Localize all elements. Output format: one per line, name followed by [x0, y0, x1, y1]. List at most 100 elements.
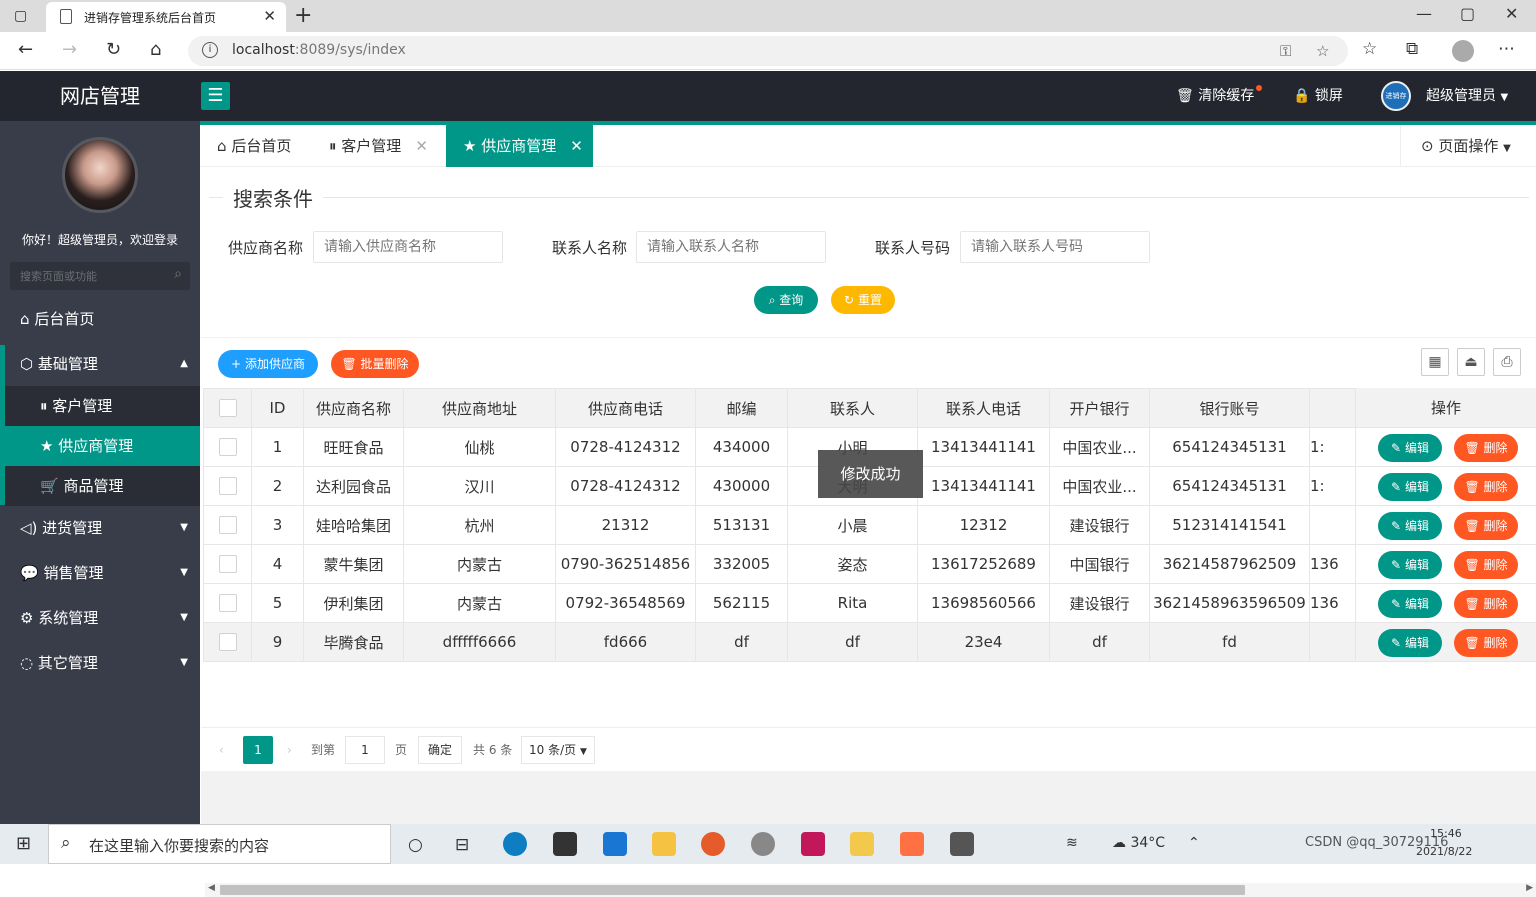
- user-menu[interactable]: 超级管理员 ▼: [1426, 85, 1508, 105]
- edit-button[interactable]: ✎ 编辑: [1378, 434, 1442, 462]
- column-header[interactable]: 供应商名称: [303, 388, 404, 428]
- tray-expand-icon[interactable]: ⌃: [1188, 835, 1200, 851]
- edit-button[interactable]: ✎ 编辑: [1378, 590, 1442, 618]
- tab-suppliers[interactable]: ★ 供应商管理 ✕: [446, 125, 593, 167]
- sidebar-item-customers[interactable]: ⏸ 客户管理: [5, 386, 200, 426]
- minimize-icon[interactable]: —: [1416, 4, 1432, 23]
- tab-home[interactable]: ⌂ 后台首页: [200, 125, 312, 167]
- close-tab-icon[interactable]: ✕: [263, 7, 276, 25]
- table-row[interactable]: 9 毕腾食品 dfffff6666 fd666 df df 23e4 df fd: [203, 622, 1358, 662]
- sidebar-item-home[interactable]: ⌂ 后台首页: [0, 297, 200, 341]
- column-header[interactable]: 邮编: [695, 388, 788, 428]
- sidebar-item-other[interactable]: ◌ 其它管理 ▼: [0, 641, 200, 685]
- column-header[interactable]: 供应商电话: [555, 388, 696, 428]
- delete-button[interactable]: 🗑 删除: [1454, 551, 1518, 579]
- reload-icon[interactable]: ↻: [106, 39, 121, 60]
- delete-button[interactable]: 🗑 删除: [1454, 473, 1518, 501]
- sidebar-search-input[interactable]: 搜索页面或功能 ⌕: [10, 262, 190, 290]
- url-field[interactable]: i localhost:8089/sys/index ⚿ ☆: [188, 36, 1348, 66]
- column-header[interactable]: [1309, 388, 1358, 428]
- collections-icon[interactable]: ⧉: [1406, 39, 1418, 59]
- browser-tab[interactable]: 进销存管理系统后台首页 ✕: [46, 2, 286, 32]
- lock-screen-button[interactable]: 🔒 锁屏: [1293, 85, 1343, 105]
- intellij-icon[interactable]: [801, 832, 825, 856]
- export-icon[interactable]: ⏏: [1457, 348, 1485, 376]
- scroll-right-icon[interactable]: ▶: [1526, 883, 1533, 893]
- mail-icon[interactable]: [603, 832, 627, 856]
- table-row[interactable]: 1 旺旺食品 仙桃 0728-4124312 434000 小明 13413441141 中国…: [203, 427, 1358, 467]
- sidebar-item-suppliers[interactable]: ★ 供应商管理: [5, 426, 200, 466]
- select-all-checkbox[interactable]: [203, 388, 252, 428]
- back-icon[interactable]: ←: [18, 39, 33, 60]
- edit-button[interactable]: ✎ 编辑: [1378, 551, 1442, 579]
- tab-customers[interactable]: ⏸ 客户管理 ✕: [312, 125, 446, 167]
- table-row[interactable]: 4 蒙牛集团 内蒙古 0790-362514856 332005 姿态 1361725268…: [203, 544, 1358, 584]
- add-supplier-button[interactable]: + 添加供应商: [218, 350, 318, 378]
- contact-name-input[interactable]: [636, 231, 826, 263]
- current-page[interactable]: 1: [243, 736, 273, 764]
- delete-button[interactable]: 🗑 删除: [1454, 434, 1518, 462]
- folder-icon[interactable]: [652, 832, 676, 856]
- row-checkbox[interactable]: [203, 505, 252, 545]
- cortana-icon[interactable]: ○: [408, 835, 423, 855]
- row-checkbox[interactable]: [203, 427, 252, 467]
- columns-filter-icon[interactable]: ▦: [1421, 348, 1449, 376]
- favorites-icon[interactable]: ☆: [1362, 39, 1377, 59]
- terminal-icon[interactable]: [950, 832, 974, 856]
- user-avatar[interactable]: 进销存: [1381, 81, 1411, 111]
- wifi-icon[interactable]: ≋: [1066, 835, 1078, 851]
- close-icon[interactable]: ✕: [415, 137, 428, 155]
- scroll-left-icon[interactable]: ◀: [208, 883, 215, 893]
- notes-icon[interactable]: [850, 832, 874, 856]
- clear-cache-button[interactable]: 🗑 清除缓存: [1176, 85, 1263, 105]
- column-header[interactable]: 供应商地址: [403, 388, 556, 428]
- query-button[interactable]: ⌕ 查询: [754, 286, 818, 314]
- edit-button[interactable]: ✎ 编辑: [1378, 473, 1442, 501]
- key-icon[interactable]: ⚿: [1280, 42, 1291, 60]
- table-row[interactable]: 2达利园食品汉川0728-4124312430000大明13413441141中…: [203, 466, 1358, 506]
- sidebar-item-system[interactable]: ⚙ 系统管理 ▼: [0, 596, 200, 640]
- menu-toggle-button[interactable]: ☰: [201, 82, 230, 110]
- prev-page-icon[interactable]: ‹: [219, 736, 224, 764]
- sidebar-item-sales[interactable]: 💬 销售管理 ▼: [0, 551, 200, 595]
- edge-icon[interactable]: [503, 832, 527, 856]
- more-icon[interactable]: ⋯: [1498, 39, 1515, 59]
- search-icon[interactable]: ⌕: [174, 266, 182, 282]
- edit-button[interactable]: ✎ 编辑: [1378, 512, 1442, 540]
- sidebar-item-purchase[interactable]: ◁) 进货管理 ▼: [0, 506, 200, 550]
- supplier-name-input[interactable]: [313, 231, 503, 263]
- delete-button[interactable]: 🗑 删除: [1454, 629, 1518, 657]
- tab-actions-icon[interactable]: ▢: [14, 8, 32, 24]
- store-icon[interactable]: [553, 832, 577, 856]
- row-checkbox[interactable]: [203, 466, 252, 506]
- print-icon[interactable]: ⎙: [1493, 348, 1521, 376]
- home-icon[interactable]: ⌂: [150, 39, 161, 60]
- edit-button[interactable]: ✎ 编辑: [1378, 629, 1442, 657]
- app-icon[interactable]: [751, 832, 775, 856]
- sidebar-item-goods[interactable]: 🛒 商品管理: [5, 466, 200, 506]
- settings-app-icon[interactable]: [900, 832, 924, 856]
- row-checkbox[interactable]: [203, 544, 252, 584]
- delete-button[interactable]: 🗑 删除: [1454, 590, 1518, 618]
- table-row[interactable]: 5 伊利集团 内蒙古 0792-36548569 562115 Rita 136985605…: [203, 583, 1358, 623]
- weather-temp[interactable]: ☁ 34°C: [1112, 835, 1165, 851]
- column-header[interactable]: ID: [251, 388, 304, 428]
- page-operations-menu[interactable]: ⊙ 页面操作 ▼: [1400, 125, 1536, 167]
- column-header[interactable]: 银行账号: [1149, 388, 1310, 428]
- goto-page-input[interactable]: 1: [345, 736, 385, 764]
- firefox-icon[interactable]: [701, 832, 725, 856]
- row-checkbox[interactable]: [203, 622, 252, 662]
- favorite-add-icon[interactable]: ☆: [1316, 42, 1329, 60]
- batch-delete-button[interactable]: 🗑 批量删除: [331, 350, 419, 378]
- clock-date[interactable]: 2021/8/22: [1416, 845, 1472, 858]
- windows-start-icon[interactable]: ⊞: [16, 833, 31, 854]
- site-info-icon[interactable]: i: [202, 42, 218, 58]
- reset-button[interactable]: ↻ 重置: [831, 286, 895, 314]
- page-size-select[interactable]: 10 条/页 ▼: [521, 736, 595, 764]
- column-header[interactable]: 联系人: [787, 388, 918, 428]
- maximize-icon[interactable]: ▢: [1460, 4, 1475, 23]
- column-header[interactable]: 开户银行: [1049, 388, 1150, 428]
- contact-phone-input[interactable]: [960, 231, 1150, 263]
- forward-icon[interactable]: →: [62, 39, 77, 60]
- table-row[interactable]: 3 娃哈哈集团 杭州 21312 513131 小晨 12312 建设银行 5123141415…: [203, 505, 1358, 545]
